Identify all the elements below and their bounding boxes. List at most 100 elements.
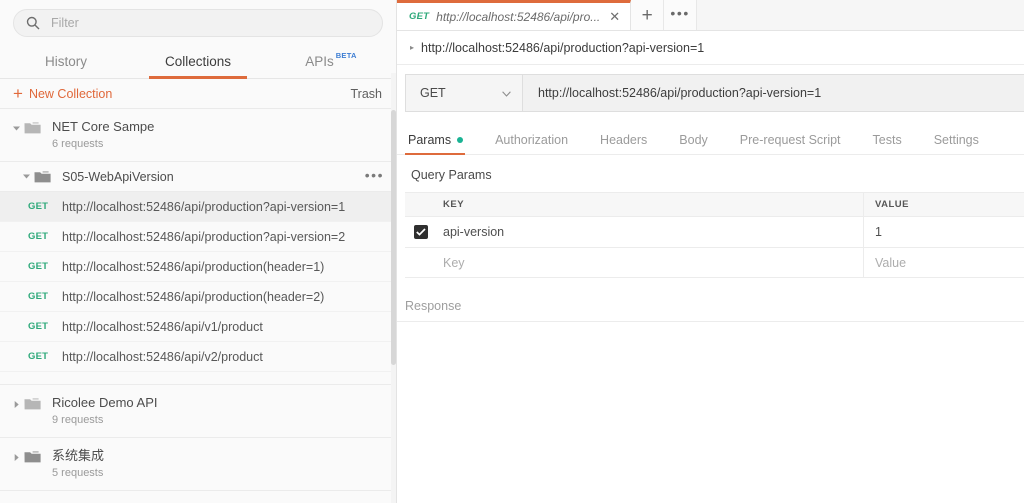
tab-history-label: History [44, 53, 87, 69]
collection-request-count: 5 requests [52, 467, 104, 479]
request-item[interactable]: GET http://localhost:52486/api/productio… [0, 282, 396, 312]
request-url-label: http://localhost:52486/api/production?ap… [62, 199, 346, 214]
row-key-cell-empty[interactable]: Key [437, 248, 864, 277]
search-input[interactable] [13, 9, 383, 37]
url-input-wrapper[interactable] [523, 75, 1024, 111]
beta-badge: BETA [335, 50, 357, 60]
collection-item-xitong-jicheng[interactable]: 系统集成 5 requests [0, 438, 396, 491]
sidebar-scrollbar-thumb[interactable] [391, 110, 396, 365]
tab-apis[interactable]: APIs BETA [264, 46, 396, 78]
collection-name: NET Core Sampe [52, 119, 155, 134]
tab-authorization[interactable]: Authorization [479, 125, 584, 154]
param-enabled-checkbox[interactable] [414, 225, 428, 239]
request-method-label: GET [28, 201, 49, 212]
request-tab-bar: GET http://localhost:52486/api/pro... ✕ … [397, 0, 1024, 31]
table-header-key-cell: KEY [437, 193, 864, 216]
collection-item-net-core-sampe[interactable]: NET Core Sampe 6 requests [0, 109, 396, 162]
response-label: Response [405, 298, 462, 313]
folder-name: S05-WebApiVersion [62, 169, 174, 184]
request-item[interactable]: GET http://localhost:52486/api/productio… [0, 192, 396, 222]
request-method-label: GET [28, 321, 49, 332]
postman-window: History Collections APIs BETA + New Coll… [0, 0, 1024, 503]
param-key-value: api-version [443, 225, 505, 239]
folder-more-actions-icon[interactable]: ••• [363, 168, 386, 186]
collection-request-count: 6 requests [52, 138, 104, 150]
chevron-right-icon[interactable] [8, 447, 24, 462]
tab-headers-label: Headers [600, 132, 648, 147]
folder-item-s05-webapiversion[interactable]: S05-WebApiVersion ••• [0, 162, 396, 192]
collection-text: Ricolee Demo API 9 requests [52, 394, 158, 428]
sidebar: History Collections APIs BETA + New Coll… [0, 0, 397, 503]
query-params-table: KEY VALUE api-version 1 Key Value [397, 192, 1024, 278]
tab-params-label: Params [408, 132, 452, 147]
tabbar-empty-space [697, 0, 1024, 30]
collection-text: 系统集成 5 requests [52, 447, 104, 481]
request-detail-tabs: Params Authorization Headers Body Pre-re… [397, 125, 1024, 155]
http-method-value: GET [420, 86, 446, 100]
breadcrumb-title: http://localhost:52486/api/production?ap… [421, 40, 705, 55]
close-icon[interactable]: ✕ [607, 10, 622, 23]
sidebar-tabs: History Collections APIs BETA [0, 46, 396, 79]
collection-actions: + New Collection Trash [0, 79, 396, 109]
folder-icon [24, 447, 44, 464]
row-checkbox-cell-empty [405, 248, 437, 277]
tab-settings-label: Settings [933, 132, 979, 147]
request-tab-title: http://localhost:52486/api/pro... [436, 9, 601, 24]
table-row-empty: Key Value [405, 248, 1024, 278]
tab-collections[interactable]: Collections [132, 46, 264, 79]
plus-icon: + [13, 84, 23, 103]
new-collection-label: New Collection [28, 86, 113, 101]
tab-collections-label: Collections [164, 53, 232, 69]
tab-body[interactable]: Body [663, 125, 724, 154]
filter-text-field[interactable] [49, 15, 370, 31]
row-value-cell[interactable]: 1 [864, 217, 1024, 247]
request-item[interactable]: GET http://localhost:52486/api/productio… [0, 222, 396, 252]
param-key-placeholder: Key [443, 255, 465, 270]
filter-section [0, 0, 396, 46]
folder-icon [24, 394, 44, 411]
new-collection-button[interactable]: + New Collection [13, 85, 112, 102]
tab-apis-label: APIs [305, 53, 334, 69]
request-tab-active[interactable]: GET http://localhost:52486/api/pro... ✕ [397, 0, 632, 30]
tab-pre-request-script-label: Pre-request Script [739, 132, 841, 147]
chevron-down-icon [502, 84, 511, 102]
tab-history[interactable]: History [0, 46, 132, 78]
chevron-right-icon[interactable] [8, 394, 24, 409]
request-url-label: http://localhost:52486/api/production(he… [62, 289, 325, 304]
collections-tree: NET Core Sampe 6 requests S05-WebApiVers… [0, 109, 396, 503]
main-panel: GET http://localhost:52486/api/pro... ✕ … [397, 0, 1024, 503]
request-url-label: http://localhost:52486/api/production?ap… [62, 229, 346, 244]
http-method-select[interactable]: GET [406, 75, 523, 111]
collection-item-ricolee-demo-api[interactable]: Ricolee Demo API 9 requests [0, 385, 396, 438]
request-method-label: GET [28, 351, 49, 362]
tab-headers[interactable]: Headers [584, 125, 663, 154]
column-header-value: VALUE [875, 199, 909, 210]
chevron-down-icon[interactable] [18, 172, 34, 181]
row-checkbox-cell [405, 217, 437, 247]
request-item[interactable]: GET http://localhost:52486/api/productio… [0, 252, 396, 282]
response-section-header: Response [397, 290, 1024, 322]
chevron-down-icon[interactable] [8, 118, 24, 133]
row-key-cell[interactable]: api-version [437, 217, 864, 247]
tab-tests[interactable]: Tests [857, 125, 918, 154]
response-body-empty [397, 322, 1024, 503]
url-section: GET [397, 65, 1024, 112]
param-value-placeholder: Value [875, 255, 907, 270]
tab-settings[interactable]: Settings [918, 125, 995, 154]
request-item[interactable]: GET http://localhost:52486/api/v1/produc… [0, 312, 396, 342]
tree-spacer [0, 372, 396, 385]
tab-params[interactable]: Params [405, 125, 479, 155]
request-tab-method-label: GET [409, 11, 430, 22]
table-header-checkbox-cell [405, 193, 437, 216]
request-item[interactable]: GET http://localhost:52486/api/v2/produc… [0, 342, 396, 372]
trash-button[interactable]: Trash [351, 87, 383, 101]
row-value-cell-empty[interactable]: Value [864, 248, 1024, 277]
request-method-label: GET [28, 261, 49, 272]
tab-pre-request-script[interactable]: Pre-request Script [724, 125, 857, 154]
request-url-label: http://localhost:52486/api/production(he… [62, 259, 325, 274]
table-header-row: KEY VALUE [405, 192, 1024, 217]
tab-more-actions-icon[interactable]: ••• [664, 0, 698, 30]
chevron-right-icon[interactable]: ▸ [410, 43, 414, 52]
url-input[interactable] [536, 85, 1011, 101]
new-tab-button[interactable]: + [631, 0, 665, 30]
